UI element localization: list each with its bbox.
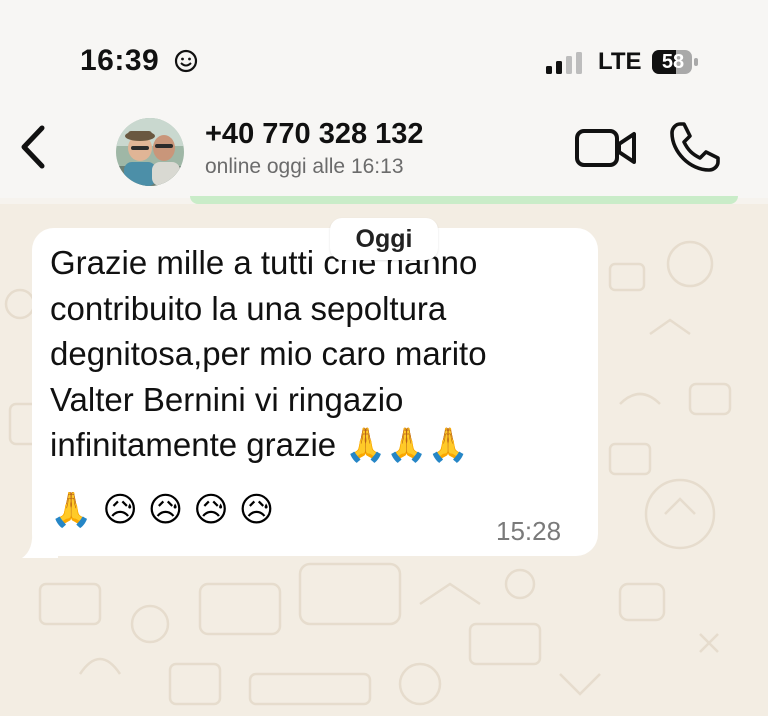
message-emoji-row: 🙏 😥 😥 😥 😥	[50, 488, 284, 532]
emoji: 😥	[102, 490, 138, 530]
message-text: Grazie mille a tutti che hanno contribui…	[50, 244, 487, 463]
video-call-icon[interactable]	[574, 124, 638, 172]
emoji: 😥	[147, 490, 184, 530]
avatar[interactable]	[116, 118, 184, 186]
contact-name[interactable]: +40 770 328 132	[205, 118, 424, 151]
battery-level: 58	[661, 51, 685, 73]
back-chevron-icon[interactable]	[12, 122, 52, 172]
phone-call-icon[interactable]	[666, 120, 722, 176]
emoji: 🙏	[50, 490, 93, 530]
emoji: 😥	[238, 490, 275, 530]
contact-last-seen: online oggi alle 16:13	[205, 155, 404, 178]
avatar-photo	[116, 118, 184, 186]
cellular-signal-icon	[546, 52, 582, 74]
header-accent-bar	[190, 196, 738, 204]
date-separator: Oggi	[330, 218, 438, 260]
message-timestamp: 15:28	[496, 516, 562, 546]
date-separator-label: Oggi	[355, 225, 413, 253]
emoji: 😥	[193, 490, 229, 530]
network-type: LTE	[598, 48, 642, 75]
smiley-face-icon	[174, 49, 198, 73]
status-time: 16:39	[80, 44, 160, 77]
